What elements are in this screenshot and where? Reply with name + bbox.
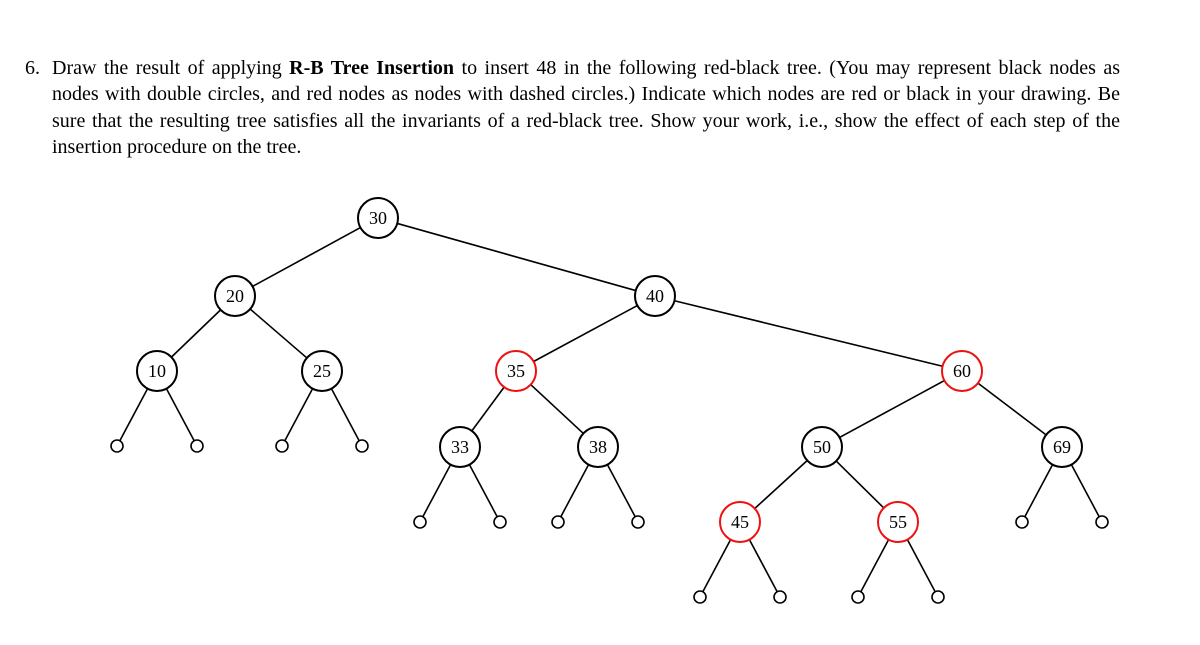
tree-node-label-30: 30 [369, 208, 387, 228]
tree-node-label-69: 69 [1053, 437, 1071, 457]
nil-node [494, 516, 506, 528]
tree-node-label-33: 33 [451, 437, 469, 457]
nil-node [1096, 516, 1108, 528]
tree-node-label-20: 20 [226, 286, 244, 306]
tree-node-label-10: 10 [148, 361, 166, 381]
tree-node-label-38: 38 [589, 437, 607, 457]
nil-node [356, 440, 368, 452]
tree-node-label-35: 35 [507, 361, 525, 381]
nil-node [414, 516, 426, 528]
nil-node [632, 516, 644, 528]
tree-node-label-55: 55 [889, 512, 907, 532]
tree-node-label-25: 25 [313, 361, 331, 381]
rb-tree-diagram: 30 20 40 10 25 35 60 33 38 50 69 45 55 [0, 0, 1200, 645]
nil-node [552, 516, 564, 528]
nil-node [111, 440, 123, 452]
nil-node [191, 440, 203, 452]
tree-node-label-40: 40 [646, 286, 664, 306]
nil-node [774, 591, 786, 603]
tree-node-label-60: 60 [953, 361, 971, 381]
tree-node-label-45: 45 [731, 512, 749, 532]
nil-node [852, 591, 864, 603]
nil-node [1016, 516, 1028, 528]
nil-node [932, 591, 944, 603]
nil-node [276, 440, 288, 452]
nil-node [694, 591, 706, 603]
tree-node-label-50: 50 [813, 437, 831, 457]
